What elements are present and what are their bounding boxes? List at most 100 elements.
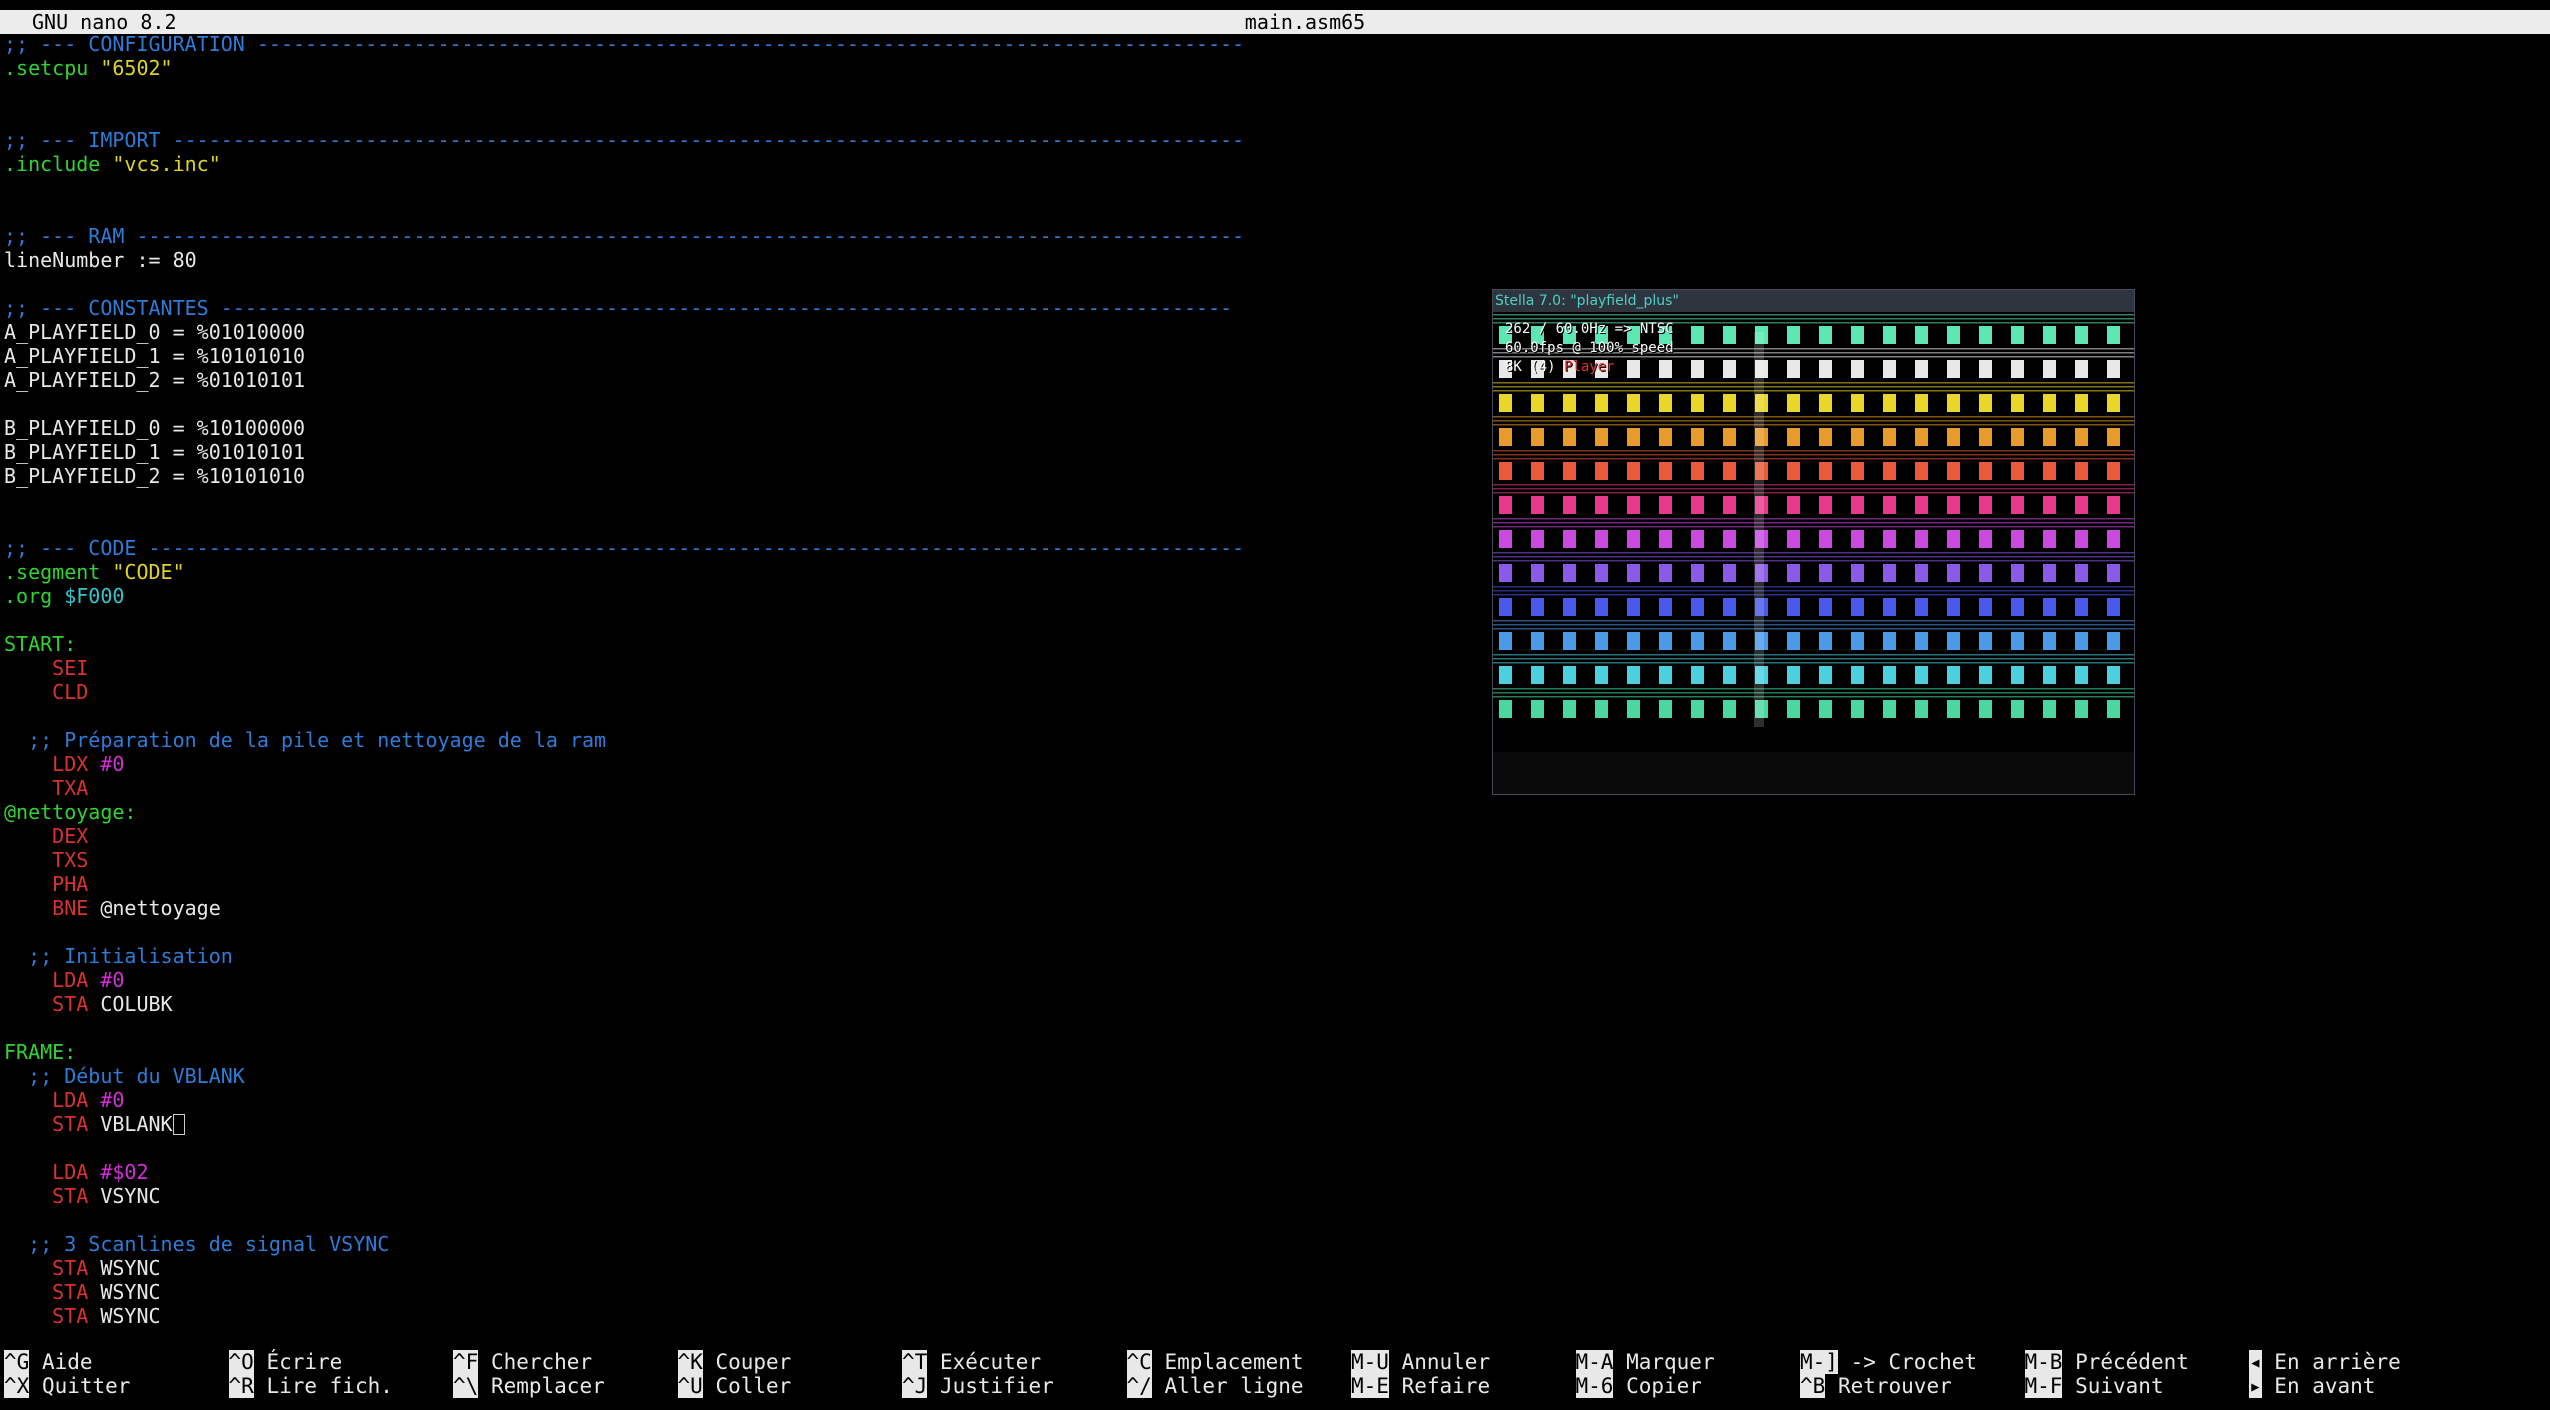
code-line[interactable] <box>4 272 1504 296</box>
code-line[interactable]: ;; --- IMPORT --------------------------… <box>4 128 1504 152</box>
code-line[interactable]: A_PLAYFIELD_1 = %10101010 <box>4 344 1504 368</box>
shortcut-item[interactable]: ^G Aide <box>4 1350 93 1374</box>
shortcut-item[interactable]: M-6 Copier <box>1575 1374 1702 1398</box>
code-line[interactable] <box>4 1136 1504 1160</box>
shortcut-item[interactable]: ^F Chercher <box>453 1350 592 1374</box>
playfield-block <box>1851 530 1864 548</box>
shortcut-item[interactable]: ^U Coller <box>677 1374 791 1398</box>
shortcut-item[interactable]: ^J Justifier <box>902 1374 1054 1398</box>
code-line[interactable] <box>4 920 1504 944</box>
code-line[interactable]: STA VBLANK <box>4 1112 1504 1136</box>
shortcut-item[interactable]: M-B Précédent <box>2024 1350 2189 1374</box>
code-line[interactable]: LDA #$02 <box>4 1160 1504 1184</box>
code-line[interactable]: ;; Initialisation <box>4 944 1504 968</box>
shortcut-item[interactable]: ^K Couper <box>677 1350 791 1374</box>
code-line[interactable] <box>4 512 1504 536</box>
code-line[interactable] <box>4 80 1504 104</box>
code-line[interactable]: ;; --- CONSTANTES ----------------------… <box>4 296 1504 320</box>
shortcut-item[interactable]: ^X Quitter <box>4 1374 130 1398</box>
stella-title-bar[interactable]: Stella 7.0: "playfield_plus" <box>1493 290 2134 312</box>
code-line[interactable]: B_PLAYFIELD_2 = %10101010 <box>4 464 1504 488</box>
shortcut-item[interactable]: ^\ Remplacer <box>453 1374 605 1398</box>
code-line[interactable]: SEI <box>4 656 1504 680</box>
shortcut-item[interactable]: ^T Exécuter <box>902 1350 1041 1374</box>
code-line[interactable]: START: <box>4 632 1504 656</box>
code-line[interactable] <box>4 200 1504 224</box>
code-line[interactable]: STA COLUBK <box>4 992 1504 1016</box>
code-line[interactable]: .include "vcs.inc" <box>4 152 1504 176</box>
code-line[interactable]: LDX #0 <box>4 752 1504 776</box>
playfield-block <box>1595 428 1608 446</box>
code-line[interactable]: ;; Début du VBLANK <box>4 1064 1504 1088</box>
code-line[interactable]: STA WSYNC <box>4 1304 1504 1328</box>
code-line[interactable]: @nettoyage: <box>4 800 1504 824</box>
playfield-block <box>2043 428 2056 446</box>
playfield-block <box>1915 700 1928 718</box>
shortcut-label: Suivant <box>2062 1374 2164 1398</box>
playfield-block <box>1915 394 1928 412</box>
code-line[interactable]: STA WSYNC <box>4 1256 1504 1280</box>
code-line[interactable]: ;; Préparation de la pile et nettoyage d… <box>4 728 1504 752</box>
code-line[interactable] <box>4 704 1504 728</box>
shortcut-item[interactable]: ^B Retrouver <box>1800 1374 1952 1398</box>
code-line[interactable]: .setcpu "6502" <box>4 56 1504 80</box>
playfield-block <box>1819 666 1832 684</box>
shortcut-item[interactable]: ^R Lire fich. <box>228 1374 393 1398</box>
code-line[interactable]: ;; --- CODE ----------------------------… <box>4 536 1504 560</box>
shortcut-item[interactable]: M-F Suivant <box>2024 1374 2164 1398</box>
code-line[interactable]: PHA <box>4 872 1504 896</box>
code-token: STA <box>52 992 101 1016</box>
shortcut-label: Retrouver <box>1825 1374 1952 1398</box>
shortcut-key: ^\ <box>453 1374 479 1398</box>
code-line[interactable]: ;; --- CONFIGURATION -------------------… <box>4 32 1504 56</box>
shortcut-item[interactable]: M-] -> Crochet <box>1800 1350 1977 1374</box>
shortcut-item[interactable]: M-E Refaire <box>1351 1374 1490 1398</box>
code-line[interactable]: CLD <box>4 680 1504 704</box>
code-line[interactable]: ;; 3 Scanlines de signal VSYNC <box>4 1232 1504 1256</box>
code-line[interactable]: TXA <box>4 776 1504 800</box>
code-line[interactable] <box>4 608 1504 632</box>
shortcut-item[interactable]: ▸ En avant <box>2249 1374 2375 1398</box>
code-line[interactable] <box>4 1208 1504 1232</box>
shortcut-item[interactable]: M-A Marquer <box>1575 1350 1715 1374</box>
code-line[interactable]: .org $F000 <box>4 584 1504 608</box>
shortcut-item[interactable]: ^O Écrire <box>228 1350 342 1374</box>
shortcut-item[interactable]: ^C Emplacement <box>1126 1350 1304 1374</box>
code-line[interactable] <box>4 392 1504 416</box>
code-line[interactable]: STA VSYNC <box>4 1184 1504 1208</box>
playfield-block <box>1979 700 1992 718</box>
playfield-block <box>1499 496 1512 514</box>
playfield-block <box>2075 496 2088 514</box>
code-line[interactable]: TXS <box>4 848 1504 872</box>
code-line[interactable]: STA WSYNC <box>4 1280 1504 1304</box>
code-line[interactable]: A_PLAYFIELD_2 = %01010101 <box>4 368 1504 392</box>
code-line[interactable] <box>4 176 1504 200</box>
scanline <box>1493 526 2134 528</box>
code-line[interactable]: B_PLAYFIELD_0 = %10100000 <box>4 416 1504 440</box>
code-line[interactable]: B_PLAYFIELD_1 = %01010101 <box>4 440 1504 464</box>
stella-window[interactable]: Stella 7.0: "playfield_plus" 262 / 60.0H… <box>1492 289 2135 795</box>
code-line[interactable]: ;; --- RAM -----------------------------… <box>4 224 1504 248</box>
editor-area[interactable]: ;; --- CONFIGURATION -------------------… <box>4 32 1504 1328</box>
shortcut-item[interactable]: M-U Annuler <box>1351 1350 1490 1374</box>
code-line[interactable]: DEX <box>4 824 1504 848</box>
code-line[interactable]: lineNumber := 80 <box>4 248 1504 272</box>
code-line[interactable] <box>4 1016 1504 1040</box>
code-line[interactable]: .segment "CODE" <box>4 560 1504 584</box>
code-line[interactable] <box>4 488 1504 512</box>
code-line[interactable]: LDA #0 <box>4 1088 1504 1112</box>
code-line[interactable]: LDA #0 <box>4 968 1504 992</box>
playfield-block <box>1659 462 1672 480</box>
code-line[interactable] <box>4 104 1504 128</box>
code-token: DEX <box>52 824 89 848</box>
playfield-block <box>1659 598 1672 616</box>
playfield-block <box>1595 462 1608 480</box>
code-line[interactable]: FRAME: <box>4 1040 1504 1064</box>
code-line[interactable]: BNE @nettoyage <box>4 896 1504 920</box>
shortcut-item[interactable]: ◂ En arrière <box>2249 1350 2401 1374</box>
playfield-block <box>1947 530 1960 548</box>
shortcut-item[interactable]: ^/ Aller ligne <box>1126 1374 1304 1398</box>
code-line[interactable]: A_PLAYFIELD_0 = %01010000 <box>4 320 1504 344</box>
